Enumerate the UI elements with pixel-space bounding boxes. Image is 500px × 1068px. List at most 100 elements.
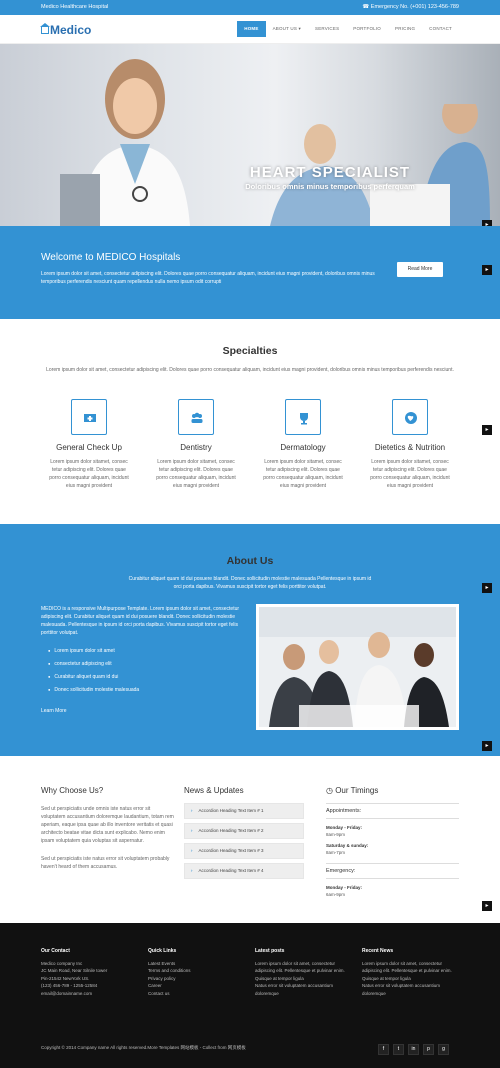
- welcome-title: Welcome to MEDICO Hospitals: [41, 252, 181, 263]
- linkedin-icon[interactable]: in: [408, 1044, 419, 1055]
- accordion-item[interactable]: › Accordion Heading Text Item # 4: [184, 863, 304, 879]
- copyright: Copyright © 2014 Company name All rights…: [41, 1045, 246, 1050]
- footer-email[interactable]: email@domainname.com: [41, 990, 131, 998]
- hours-label: 8am-9pm: [326, 832, 346, 837]
- footer-line: Pin-21542 NewYork US.: [41, 975, 90, 981]
- about-intro: Curabitur aliquet quam id dui posuere bl…: [128, 576, 372, 590]
- footer-line: JC Main Road, Near Silnile tower: [41, 968, 108, 974]
- divider: [326, 878, 459, 879]
- chevron-right-icon: ›: [191, 828, 193, 833]
- facebook-icon[interactable]: f: [378, 1044, 389, 1055]
- footer-post[interactable]: Natus error sit voluptatem accusantium d…: [362, 982, 452, 997]
- footer-link[interactable]: Career: [148, 982, 238, 990]
- logo-text: Medico: [50, 23, 92, 37]
- footer-link[interactable]: Latest Events: [148, 960, 238, 968]
- news-updates: News & Updates › Accordion Heading Text I…: [184, 786, 304, 883]
- footer-post[interactable]: Lorem ipsum dolor sit amet, consectetur …: [362, 960, 452, 983]
- specialty-card[interactable]: Dietetics & Nutrition Lorem ipsum dolor …: [360, 399, 460, 490]
- timings-title: Our Timings: [335, 786, 379, 795]
- read-more-button[interactable]: Read More: [397, 262, 443, 277]
- nav-pricing[interactable]: PRICING: [388, 21, 422, 37]
- social-links: f t in p g: [378, 1044, 449, 1055]
- nav-contact[interactable]: CONTACT: [422, 21, 459, 37]
- specialties-section: Specialties Lorem ipsum dolor sit amet, …: [0, 319, 500, 524]
- about-text: MEDICO is a responsive Multipurpose Temp…: [41, 606, 240, 636]
- card-text: Lorem ipsum dolor sitamet, consec tetur …: [370, 459, 450, 489]
- team-photo: [256, 604, 459, 730]
- emergency-number: ☎ Emergency No. (+001) 123-456-789: [362, 4, 459, 10]
- section-title: Specialties: [222, 345, 278, 357]
- card-title: Dermatology: [280, 443, 326, 452]
- card-title: Dentistry: [180, 443, 212, 452]
- scroll-button[interactable]: ▸: [482, 901, 492, 911]
- chevron-right-icon: ›: [191, 848, 193, 853]
- footer-link[interactable]: Contact us: [148, 990, 238, 998]
- accordion-item[interactable]: › Accordion Heading Text Item # 1: [184, 803, 304, 819]
- specialty-card[interactable]: Dentistry Lorem ipsum dolor sitamet, con…: [146, 399, 246, 490]
- footer-recent-news: Recent News Lorem ipsum dolor sit amet, …: [362, 947, 452, 998]
- main-nav: HOME ABOUT US ▾ SERVICES PORTFOLIO PRICI…: [237, 21, 459, 37]
- footer-link[interactable]: Privacy policy: [148, 975, 238, 983]
- about-list: Lorem ipsum dolor sit amet consectetur a…: [48, 648, 139, 700]
- footer-heading: Recent News: [362, 948, 394, 954]
- section-title: ◷ Our Timings: [326, 786, 459, 795]
- card-text: Lorem ipsum dolor sitamet, consec tetur …: [263, 459, 343, 489]
- house-icon: [40, 23, 50, 34]
- section-title: News & Updates: [184, 786, 244, 795]
- accordion-label: Accordion Heading Text Item # 4: [198, 868, 264, 873]
- list-item: Lorem ipsum dolor sit amet: [48, 648, 139, 654]
- hero-title: HEART SPECIALIST: [249, 164, 411, 181]
- list-item: consectetur adipiscing elit: [48, 661, 139, 667]
- accordion-item[interactable]: › Accordion Heading Text Item # 3: [184, 843, 304, 859]
- accordion-label: Accordion Heading Text Item # 3: [198, 848, 264, 853]
- welcome-section: Welcome to MEDICO Hospitals Lorem ipsum …: [0, 226, 500, 319]
- hospital-name: Medico Healthcare Hospital: [41, 4, 109, 10]
- logo[interactable]: Medico: [40, 23, 92, 37]
- pinterest-icon[interactable]: p: [423, 1044, 434, 1055]
- nav-portfolio[interactable]: PORTFOLIO: [346, 21, 388, 37]
- footer-contact: Our Contact Medico company Inc JC Main R…: [41, 947, 131, 998]
- hours-label: 6am-9pm: [326, 892, 346, 897]
- day-label: Monday - Friday:: [326, 825, 363, 830]
- why-choose-us: Why Choose Us? Sed ut perspiciatis unde …: [41, 786, 176, 871]
- chevron-right-icon: ›: [191, 868, 193, 873]
- specialty-card[interactable]: General Check Up Lorem ipsum dolor sitam…: [39, 399, 139, 490]
- accordion-item[interactable]: › Accordion Heading Text Item # 2: [184, 823, 304, 839]
- learn-more-link[interactable]: Learn More: [41, 708, 67, 714]
- hours-label: 8am-7pm: [326, 850, 346, 855]
- specialty-card[interactable]: Dermatology Lorem ipsum dolor sitamet, c…: [253, 399, 353, 490]
- google-plus-icon[interactable]: g: [438, 1044, 449, 1055]
- footer-post[interactable]: Natus error sit voluptatem accusantium d…: [255, 982, 345, 997]
- clock-icon: ◷: [326, 786, 336, 795]
- top-bar: Medico Healthcare Hospital ☎ Emergency N…: [0, 0, 500, 15]
- hero-slider: HEART SPECIALIST Doloribus omnis minus t…: [0, 44, 500, 226]
- footer-line: Medico company Inc: [41, 960, 83, 966]
- nav-about[interactable]: ABOUT US ▾: [266, 21, 308, 37]
- scroll-button[interactable]: ▸: [482, 583, 492, 593]
- list-item: Curabitur aliquet quam id dui: [48, 674, 139, 680]
- scroll-button[interactable]: ▸: [482, 741, 492, 751]
- card-text: Lorem ipsum dolor sitamet, consec tetur …: [49, 459, 129, 489]
- trophy-icon: [285, 399, 321, 435]
- footer-heading: Quick Links: [148, 948, 177, 954]
- why-text-2: Sed ut perspiciatis iste natus error sit…: [41, 856, 170, 870]
- ambulance-icon: [71, 399, 107, 435]
- section-title: About Us: [226, 555, 274, 567]
- nav-home[interactable]: HOME: [237, 21, 266, 37]
- footer-line: (123) 456-789 - 1255-12584: [41, 983, 98, 989]
- globe-icon: [392, 399, 428, 435]
- appointments-heading: Appointments:: [326, 803, 459, 814]
- scroll-button[interactable]: ▸: [482, 425, 492, 435]
- footer-heading: Our Contact: [41, 948, 70, 954]
- card-title: Dietetics & Nutrition: [374, 443, 446, 452]
- hero-subtitle: Doloribus omnis minus temporibus perferq…: [245, 182, 415, 191]
- doctor-image: [60, 59, 190, 226]
- nav-services[interactable]: SERVICES: [308, 21, 346, 37]
- about-section: About Us Curabitur aliquet quam id dui p…: [0, 524, 500, 756]
- footer-link[interactable]: Terms and conditions: [148, 967, 238, 975]
- scroll-button[interactable]: ▸: [482, 265, 492, 275]
- footer-latest-posts: Latest posts Lorem ipsum dolor sit amet,…: [255, 947, 345, 998]
- footer-post[interactable]: Lorem ipsum dolor sit amet, consectetur …: [255, 960, 345, 983]
- day-label: Saturday & sunday:: [326, 843, 369, 848]
- twitter-icon[interactable]: t: [393, 1044, 404, 1055]
